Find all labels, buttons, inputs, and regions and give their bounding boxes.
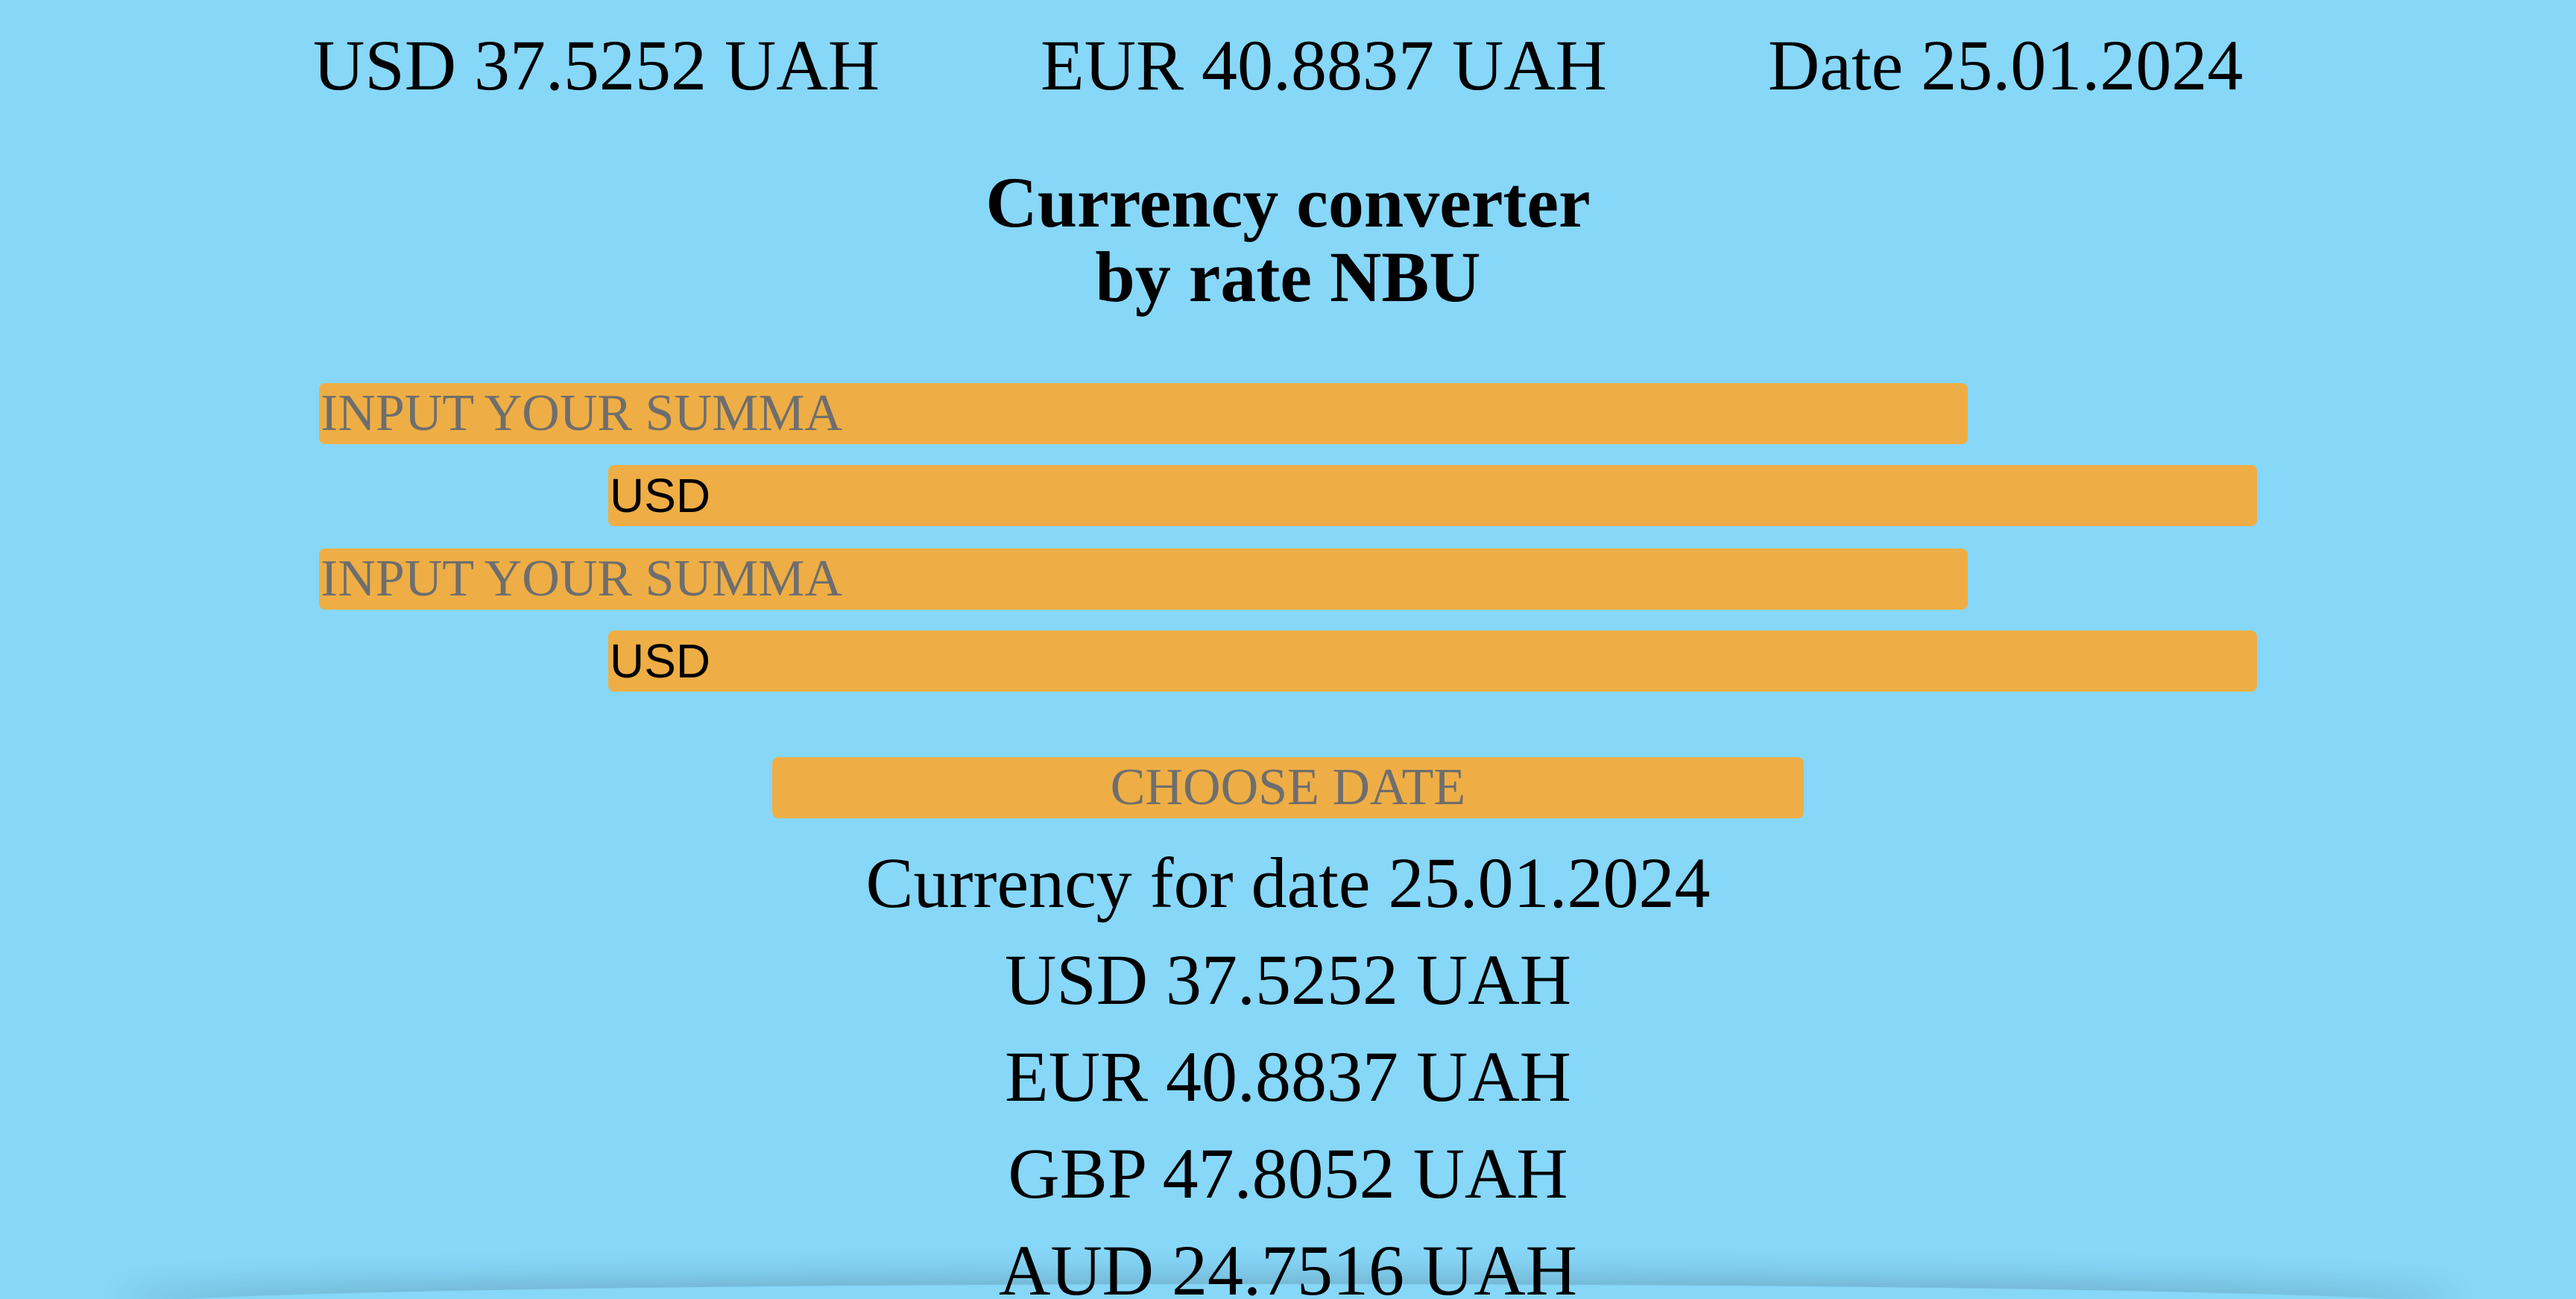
top-usd-rate: USD 37.5252 UAH	[313, 25, 880, 105]
rate-item-gbp: GBP 47.8052 UAH	[1008, 1134, 1568, 1213]
choose-date-button[interactable]: CHOOSE DATE	[772, 757, 1804, 818]
rates-heading: Currency for date 25.01.2024	[865, 843, 1711, 923]
top-date: Date 25.01.2024	[1768, 25, 2244, 105]
page-title: Currency converter by rate NBU	[0, 165, 2576, 315]
currency-select-2[interactable]: USD	[608, 630, 2257, 692]
summa-input-1[interactable]	[319, 383, 1968, 444]
top-eur-rate: EUR 40.8837 UAH	[1041, 25, 1607, 105]
page: USD 37.5252 UAH EUR 40.8837 UAH Date 25.…	[0, 0, 2576, 1299]
rate-item-eur: EUR 40.8837 UAH	[1005, 1037, 1571, 1116]
top-rate-bar: USD 37.5252 UAH EUR 40.8837 UAH Date 25.…	[0, 21, 2576, 110]
page-title-line-2: by rate NBU	[1095, 237, 1481, 317]
summa-input-2[interactable]	[319, 549, 1968, 610]
rate-item-usd: USD 37.5252 UAH	[1004, 940, 1572, 1020]
rates-list: Currency for date 25.01.2024 USD 37.5252…	[0, 835, 2576, 1299]
currency-select-1[interactable]: USD	[608, 465, 2257, 526]
page-title-line-1: Currency converter	[985, 162, 1591, 242]
